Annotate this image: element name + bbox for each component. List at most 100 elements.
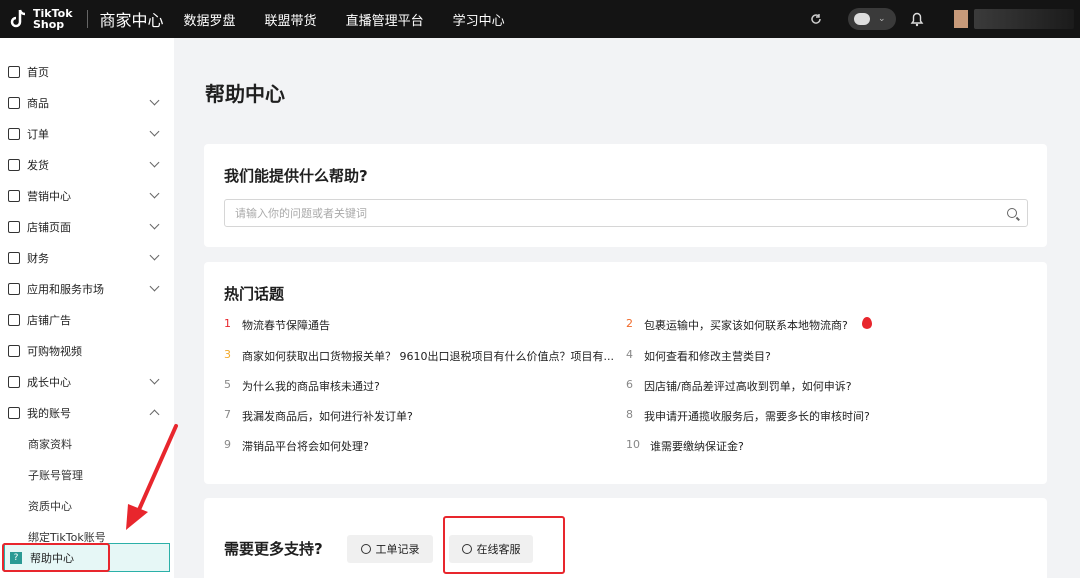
refresh-icon[interactable] [810,13,822,25]
topic-rank: 3 [224,348,231,361]
sidebar-item-label: 应用和服务市场 [27,282,104,296]
top-nav-learning-center[interactable]: 学习中心 [453,10,505,29]
hot-topic-item[interactable]: 3 商家如何获取出口货物报关单？ 9610出口退税项目有什么价值点？项目有... [224,348,614,364]
hot-topic-item[interactable]: 7 我漏发商品后，如何进行补发订单? [224,408,413,424]
ticket-icon [360,544,371,554]
chevron-up-icon [149,409,160,420]
chevron-down-icon [149,219,160,230]
hot-topic-item[interactable]: 8 我申请开通揽收服务后，需要多长的审核时间? [626,408,870,424]
hot-topics-card: 热门话题 1 物流春节保障通告 2 包裹运输中，买家该如何联系本地物流商? 3 … [204,262,1047,484]
top-nav: 数据罗盘 联盟带货 直播管理平台 学习中心 [184,10,534,29]
top-nav-affiliate[interactable]: 联盟带货 [265,10,317,29]
hot-topic-item[interactable]: 6 因店铺/商品差评过高收到罚单，如何申诉? [626,378,852,394]
sidebar-item-app-market[interactable]: 应用和服务市场 [0,273,174,304]
help-search-card: 我们能提供什么帮助? [204,144,1047,247]
medal-icon [8,375,20,388]
hot-topic-item[interactable]: 5 为什么我的商品审核未通过? [224,378,380,394]
apps-icon [8,282,20,295]
sidebar-item-marketing[interactable]: 营销中心 [0,180,174,211]
sidebar-item-store-ads[interactable]: 店铺广告 [0,304,174,335]
sidebar-item-shoppable-video[interactable]: 可购物视频 [0,335,174,366]
topic-text: 物流春节保障通告 [242,319,330,332]
topic-text: 滞销品平台将会如何处理? [242,440,369,453]
hot-topics-title: 热门话题 [224,285,285,303]
topic-text: 我漏发商品后，如何进行补发订单? [242,410,413,423]
sidebar-item-finance[interactable]: 财务 [0,242,174,273]
bell-icon[interactable] [910,11,924,27]
product-icon [8,96,20,109]
hot-topic-item[interactable]: 2 包裹运输中，买家该如何联系本地物流商? [626,317,872,333]
messages-dropdown[interactable]: ⌄ [848,8,896,30]
chevron-down-icon [149,157,160,168]
video-icon [8,344,20,357]
hot-topic-item[interactable]: 10 谁需要缴纳保证金? [626,438,744,454]
topic-text: 为什么我的商品审核未通过? [242,380,380,393]
header-divider [86,10,88,28]
home-icon [8,65,20,78]
tiktok-logo-icon [10,9,26,28]
support-title: 需要更多支持? [224,540,323,558]
account-name-blurred[interactable] [974,9,1074,29]
topic-rank: 2 [626,317,633,330]
tiktok-shop-logo[interactable]: TikTok Shop [10,8,73,30]
topic-rank: 1 [224,317,231,330]
topic-rank: 10 [626,438,640,451]
top-nav-live-platform[interactable]: 直播管理平台 [346,10,424,29]
topic-rank: 6 [626,378,633,391]
megaphone-icon [8,189,20,202]
chevron-down-icon: ⌄ [878,14,886,24]
hot-topic-item[interactable]: 1 物流春节保障通告 [224,317,330,333]
sidebar-item-home[interactable]: 首页 [0,56,174,87]
topic-text: 包裹运输中，买家该如何联系本地物流商? [644,319,848,332]
chevron-down-icon [149,281,160,292]
search-icon[interactable] [1007,208,1017,218]
search-box [224,199,1028,227]
truck-icon [8,158,20,171]
highlight-box-help-center [2,543,110,572]
chevron-down-icon [149,95,160,106]
sidebar-item-label: 订单 [27,127,49,141]
chevron-down-icon [149,188,160,199]
sidebar-item-label: 店铺广告 [27,313,71,327]
ad-icon [8,313,20,326]
sidebar-item-store-page[interactable]: 店铺页面 [0,211,174,242]
search-input[interactable] [235,206,975,220]
ticket-records-button[interactable]: 工单记录 [347,535,433,563]
sidebar-item-orders[interactable]: 订单 [0,118,174,149]
chat-bubble-icon [854,13,870,25]
sidebar-subitem-sub-accounts[interactable]: 子账号管理 [28,467,83,483]
sidebar-item-products[interactable]: 商品 [0,87,174,118]
wallet-icon [8,251,20,264]
avatar[interactable] [954,10,968,28]
topic-text: 商家如何获取出口货物报关单？ 9610出口退税项目有什么价值点？项目有... [242,350,614,363]
hot-topic-item[interactable]: 9 滞销品平台将会如何处理? [224,438,369,454]
sidebar-item-label: 店铺页面 [27,220,71,234]
sidebar-item-label: 发货 [27,158,49,172]
logo-text-shop: Shop [33,18,65,31]
sidebar-subitem-qualifications[interactable]: 资质中心 [28,498,72,514]
support-card: 需要更多支持? 工单记录 在线客服 [204,498,1047,578]
chevron-down-icon [149,374,160,385]
store-icon [8,220,20,233]
top-nav-data-compass[interactable]: 数据罗盘 [184,10,236,29]
sidebar-item-label: 营销中心 [27,189,71,203]
user-icon [8,406,20,419]
sidebar-item-my-account[interactable]: 我的账号 [0,397,174,428]
topic-text: 谁需要缴纳保证金? [650,440,744,453]
topic-text: 如何查看和修改主营类目? [644,350,771,363]
topic-text: 我申请开通揽收服务后，需要多长的审核时间? [644,410,870,423]
hot-topic-item[interactable]: 4 如何查看和修改主营类目? [626,348,771,364]
sidebar-item-label: 可购物视频 [27,344,82,358]
sidebar-item-shipping[interactable]: 发货 [0,149,174,180]
topic-rank: 4 [626,348,633,361]
sidebar-subitem-merchant-profile[interactable]: 商家资料 [28,436,72,452]
topic-rank: 8 [626,408,633,421]
ticket-records-label: 工单记录 [375,543,420,556]
order-icon [8,127,20,140]
sidebar-item-label: 首页 [27,65,49,79]
brand-title[interactable]: 商家中心 [100,7,164,31]
sidebar-item-growth-center[interactable]: 成长中心 [0,366,174,397]
chevron-down-icon [149,126,160,137]
sidebar-item-label: 成长中心 [27,375,71,389]
sidebar-item-label: 财务 [27,251,49,265]
